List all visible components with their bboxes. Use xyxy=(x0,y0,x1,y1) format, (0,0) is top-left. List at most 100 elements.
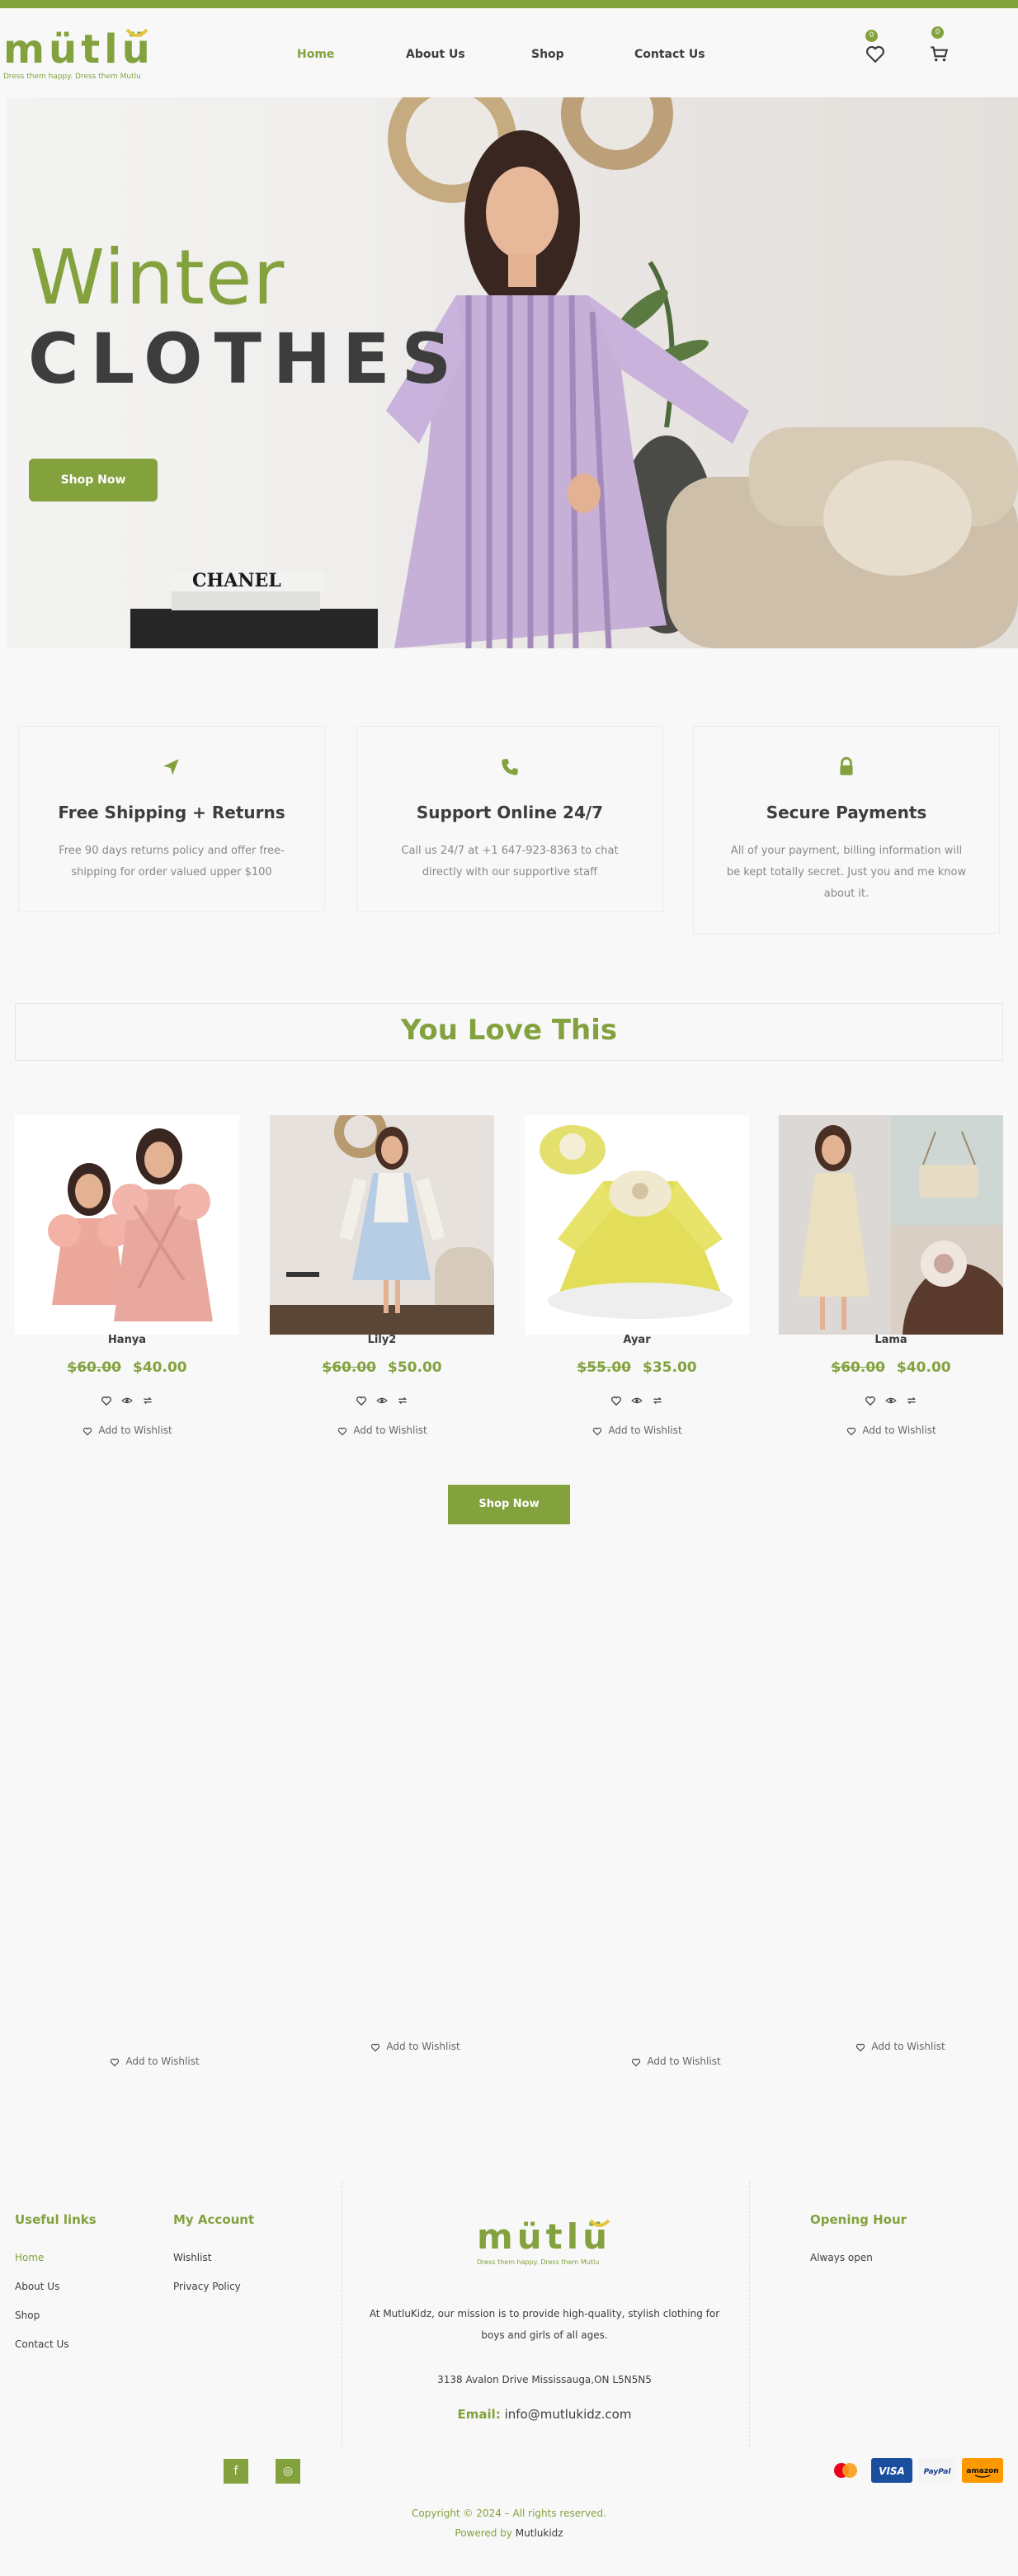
add-to-wishlist-link[interactable]: Add to Wishlist xyxy=(521,2056,830,2067)
heart-icon xyxy=(856,2043,865,2051)
quick-view-eye-icon[interactable] xyxy=(376,1394,388,1406)
product-card[interactable]: Lama $60.00 $40.00 Add to Wishlist xyxy=(779,1115,1003,1445)
footer-address: 3138 Avalon Drive Mississauga,ON L5N5N5 xyxy=(437,2374,652,2385)
product-image[interactable] xyxy=(15,1115,239,1335)
compare-icon[interactable] xyxy=(652,1394,663,1406)
visa-icon: VISA xyxy=(871,2458,912,2483)
product-name[interactable]: Ayar xyxy=(525,1334,749,1346)
wishlist-label: Add to Wishlist xyxy=(125,2056,200,2067)
add-to-wishlist-link[interactable]: Add to Wishlist xyxy=(525,1425,749,1436)
heart-icon xyxy=(338,1427,347,1435)
compare-icon[interactable] xyxy=(397,1394,408,1406)
product-image[interactable] xyxy=(779,1115,1003,1335)
add-to-wishlist-link[interactable]: Add to Wishlist xyxy=(261,2041,569,2052)
phone-icon xyxy=(502,759,518,775)
add-to-wishlist-link[interactable]: Add to Wishlist xyxy=(0,2056,309,2067)
product-prices: $60.00 $40.00 xyxy=(15,1359,239,1376)
svg-text:VISA: VISA xyxy=(879,2465,905,2477)
heart-icon xyxy=(83,1427,92,1435)
powered-by-label: Powered by xyxy=(455,2527,512,2539)
section-heading-box: You Love This xyxy=(15,1003,1003,1061)
feature-text: Free 90 days returns policy and offer fr… xyxy=(59,845,285,878)
heart-icon[interactable] xyxy=(865,1394,876,1406)
hero-title-line1: Winter xyxy=(30,233,285,322)
footer-link-home[interactable]: Home xyxy=(15,2252,44,2263)
hero-title-line2: CLOTHES xyxy=(28,318,464,399)
hero-shop-now-button[interactable]: Shop Now xyxy=(29,459,158,502)
heart-icon[interactable] xyxy=(356,1394,367,1406)
feature-title: Free Shipping + Returns xyxy=(58,803,285,822)
footer-mission-text: At MutluKidz, our mission is to provide … xyxy=(369,2308,720,2341)
add-to-wishlist-link[interactable]: Add to Wishlist xyxy=(15,1425,239,1436)
footer-email[interactable]: Email: info@mutlukidz.com xyxy=(363,2407,726,2422)
footer-link-privacy-policy[interactable]: Privacy Policy xyxy=(173,2281,241,2292)
product-name[interactable]: Hanya xyxy=(15,1334,239,1346)
mastercard-icon xyxy=(834,2463,857,2478)
top-accent-bar xyxy=(0,0,1018,8)
product-card[interactable]: Hanya $60.00 $40.00 Add to Wishlist xyxy=(15,1115,239,1445)
nav-contact-us[interactable]: Contact Us xyxy=(634,48,705,61)
instagram-icon[interactable]: ◎ xyxy=(276,2459,300,2484)
add-to-wishlist-link[interactable]: Add to Wishlist xyxy=(270,1425,494,1436)
footer-email-address[interactable]: info@mutlukidz.com xyxy=(505,2407,632,2422)
facebook-icon[interactable]: f xyxy=(224,2459,248,2484)
product-old-price: $60.00 xyxy=(322,1359,376,1376)
lock-icon xyxy=(840,756,853,775)
nav-shop[interactable]: Shop xyxy=(531,48,564,61)
heart-icon xyxy=(371,2043,380,2051)
quick-view-eye-icon[interactable] xyxy=(885,1394,897,1406)
feature-text: Call us 24/7 at +1 647-923-8363 to chat … xyxy=(401,845,619,878)
wishlist-label: Add to Wishlist xyxy=(862,1425,936,1436)
svg-text:amazon: amazon xyxy=(966,2467,998,2475)
wishlist-label: Add to Wishlist xyxy=(98,1425,172,1436)
quick-view-eye-icon[interactable] xyxy=(631,1394,643,1406)
compare-icon[interactable] xyxy=(142,1394,153,1406)
powered-by-link[interactable]: Mutlukidz xyxy=(516,2527,563,2539)
wishlist-label: Add to Wishlist xyxy=(871,2041,945,2052)
product-prices: $55.00 $35.00 xyxy=(525,1359,749,1376)
wishlist-heart-icon[interactable] xyxy=(865,43,886,64)
footer-opening-hour-title: Opening Hour xyxy=(810,2212,907,2227)
footer-email-label: Email: xyxy=(457,2407,501,2422)
feature-support: Support Online 24/7 Call us 24/7 at +1 6… xyxy=(356,726,663,912)
product-price: $50.00 xyxy=(388,1359,442,1376)
quick-view-eye-icon[interactable] xyxy=(121,1394,133,1406)
paypal-icon: PayPal xyxy=(918,2458,956,2483)
footer-link-about-us[interactable]: About Us xyxy=(15,2281,59,2292)
product-name[interactable]: Lily2 xyxy=(270,1334,494,1346)
heart-icon xyxy=(111,2058,120,2066)
cart-count-badge: 0 xyxy=(931,26,944,39)
feature-free-shipping: Free Shipping + Returns Free 90 days ret… xyxy=(18,726,325,912)
shop-now-button[interactable]: Shop Now xyxy=(448,1485,570,1524)
feature-title: Support Online 24/7 xyxy=(416,803,604,822)
product-card[interactable]: Ayar $55.00 $35.00 Add to Wishlist xyxy=(525,1115,749,1445)
footer-useful-links-title: Useful links xyxy=(15,2212,97,2227)
product-old-price: $60.00 xyxy=(831,1359,885,1376)
product-card[interactable]: Lily2 $60.00 $50.00 Add to Wishlist xyxy=(270,1115,494,1445)
cart-icon[interactable] xyxy=(928,43,950,64)
footer-opening-hour-text: Always open xyxy=(810,2252,873,2263)
product-actions xyxy=(270,1391,494,1406)
footer-logo[interactable]: mütlü Dress them happy. Dress them Mutlu xyxy=(477,2216,617,2266)
add-to-wishlist-link[interactable]: Add to Wishlist xyxy=(782,2041,1018,2052)
nav-about-us[interactable]: About Us xyxy=(406,48,465,61)
wishlist-label: Add to Wishlist xyxy=(353,1425,427,1436)
footer-link-shop[interactable]: Shop xyxy=(15,2310,40,2321)
footer-divider xyxy=(749,2182,750,2446)
product-image[interactable] xyxy=(525,1115,749,1335)
heart-icon[interactable] xyxy=(101,1394,112,1406)
product-image[interactable] xyxy=(270,1115,494,1335)
add-to-wishlist-link[interactable]: Add to Wishlist xyxy=(779,1425,1003,1436)
footer-copyright: Copyright © 2024 – All rights reserved. xyxy=(412,2508,606,2519)
footer-link-contact-us[interactable]: Contact Us xyxy=(15,2338,69,2350)
footer-link-wishlist[interactable]: Wishlist xyxy=(173,2252,211,2263)
heart-icon xyxy=(847,1427,856,1435)
compare-icon[interactable] xyxy=(906,1394,917,1406)
product-prices: $60.00 $50.00 xyxy=(270,1359,494,1376)
amazon-pay-icon: amazon xyxy=(962,2458,1003,2483)
brand-tagline: Dress them happy. Dress them Mutlu xyxy=(3,73,141,81)
product-name[interactable]: Lama xyxy=(779,1334,1003,1346)
product-prices: $60.00 $40.00 xyxy=(779,1359,1003,1376)
heart-icon[interactable] xyxy=(610,1394,622,1406)
nav-home[interactable]: Home xyxy=(297,48,334,61)
